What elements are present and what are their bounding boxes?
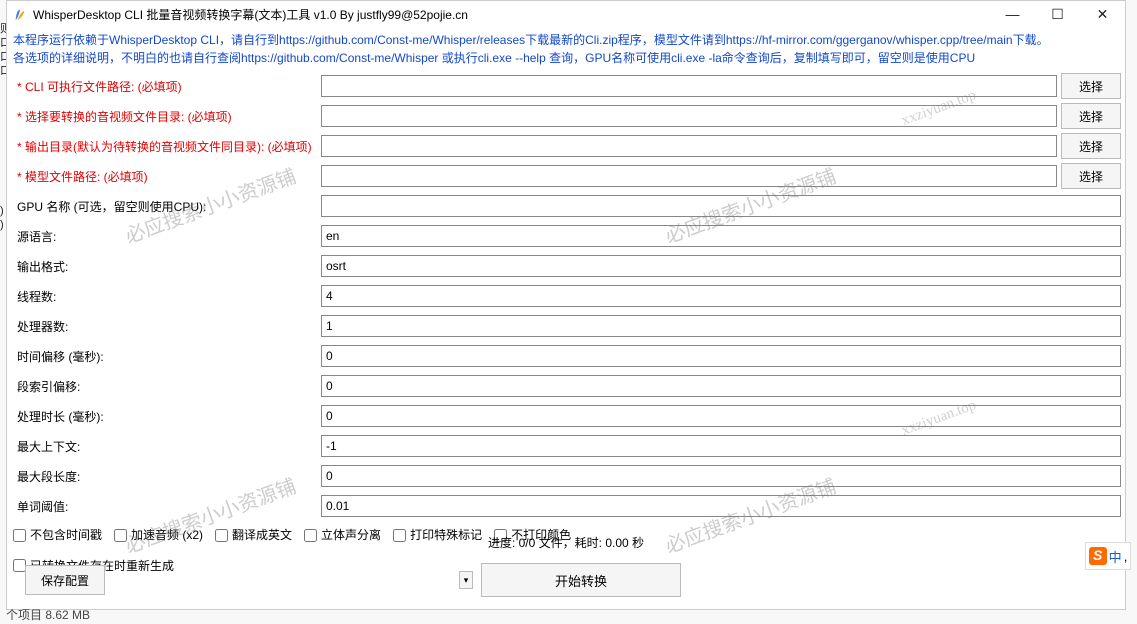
field-label: * 输出目录(默认为待转换的音视频文件同目录): (必填项) <box>11 138 321 155</box>
field-input[interactable] <box>321 285 1121 307</box>
app-icon <box>13 8 27 22</box>
ime-indicator[interactable]: S 中 , <box>1085 542 1131 570</box>
close-button[interactable]: ✕ <box>1080 1 1125 29</box>
form-row: 时间偏移 (毫秒): <box>11 341 1121 371</box>
field-label: 单词阈值: <box>11 498 321 515</box>
field-label: 最大上下文: <box>11 438 321 455</box>
field-input[interactable] <box>321 405 1121 427</box>
field-input[interactable] <box>321 75 1057 97</box>
browse-button[interactable]: 选择 <box>1061 163 1121 189</box>
status-bar: 个项目 8.62 MB <box>6 606 90 624</box>
field-label: GPU 名称 (可选，留空则使用CPU): <box>11 198 321 215</box>
form-row: 最大段长度: <box>11 461 1121 491</box>
field-label: * 模型文件路径: (必填项) <box>11 168 321 185</box>
browse-button[interactable]: 选择 <box>1061 73 1121 99</box>
form-row: 线程数: <box>11 281 1121 311</box>
footer: 进度: 0/0 文件，耗时: 0.00 秒 保存配置 ▾ 开始转换 <box>17 534 1115 597</box>
field-label: 处理器数: <box>11 318 321 335</box>
footer-buttons: 保存配置 ▾ 开始转换 <box>17 563 1115 597</box>
browse-button[interactable]: 选择 <box>1061 103 1121 129</box>
field-input[interactable] <box>321 135 1057 157</box>
main-window: WhisperDesktop CLI 批量音视频转换字幕(文本)工具 v1.0 … <box>6 0 1126 610</box>
form-content: * CLI 可执行文件路径: (必填项)选择* 选择要转换的音视频文件目录: (… <box>7 71 1125 521</box>
maximize-button[interactable]: ☐ <box>1035 1 1080 29</box>
form-row: * 输出目录(默认为待转换的音视频文件同目录): (必填项) 选择 <box>11 131 1121 161</box>
info-line-1: 本程序运行依赖于WhisperDesktop CLI，请自行到https://g… <box>13 31 1119 49</box>
field-label: 线程数: <box>11 288 321 305</box>
form-row: 单词阈值: <box>11 491 1121 521</box>
form-row: 输出格式: <box>11 251 1121 281</box>
dropdown-chevron-icon[interactable]: ▾ <box>459 571 473 589</box>
minimize-button[interactable]: — <box>990 1 1035 29</box>
progress-text: 进度: 0/0 文件，耗时: 0.00 秒 <box>17 534 1115 551</box>
field-input[interactable] <box>321 465 1121 487</box>
field-label: 处理时长 (毫秒): <box>11 408 321 425</box>
form-row: 处理器数: <box>11 311 1121 341</box>
field-input[interactable] <box>321 195 1121 217</box>
form-row: * 选择要转换的音视频文件目录: (必填项) 选择 <box>11 101 1121 131</box>
window-controls: — ☐ ✕ <box>990 1 1125 29</box>
form-row: * 模型文件路径: (必填项) 选择 <box>11 161 1121 191</box>
field-input[interactable] <box>321 165 1057 187</box>
info-panel: 本程序运行依赖于WhisperDesktop CLI，请自行到https://g… <box>7 29 1125 71</box>
form-row: 最大上下文: <box>11 431 1121 461</box>
start-convert-button[interactable]: 开始转换 <box>481 563 681 597</box>
form-row: 源语言: <box>11 221 1121 251</box>
field-input[interactable] <box>321 255 1121 277</box>
field-input[interactable] <box>321 435 1121 457</box>
sogou-icon: S <box>1089 547 1107 565</box>
save-config-button[interactable]: 保存配置 <box>25 565 105 595</box>
ime-lang: 中 <box>1109 547 1122 566</box>
browse-button[interactable]: 选择 <box>1061 133 1121 159</box>
field-input[interactable] <box>321 495 1121 517</box>
window-title: WhisperDesktop CLI 批量音视频转换字幕(文本)工具 v1.0 … <box>33 1 990 29</box>
form-row: 处理时长 (毫秒): <box>11 401 1121 431</box>
field-label: 最大段长度: <box>11 468 321 485</box>
field-label: * CLI 可执行文件路径: (必填项) <box>11 78 321 95</box>
ime-comma: , <box>1124 549 1128 564</box>
info-line-2: 各选项的详细说明，不明白的也请自行查阅https://github.com/Co… <box>13 49 1119 67</box>
field-input[interactable] <box>321 375 1121 397</box>
titlebar: WhisperDesktop CLI 批量音视频转换字幕(文本)工具 v1.0 … <box>7 1 1125 29</box>
form-row: GPU 名称 (可选，留空则使用CPU): <box>11 191 1121 221</box>
field-label: * 选择要转换的音视频文件目录: (必填项) <box>11 108 321 125</box>
form-row: * CLI 可执行文件路径: (必填项) 选择 <box>11 71 1121 101</box>
field-input[interactable] <box>321 225 1121 247</box>
field-input[interactable] <box>321 345 1121 367</box>
field-input[interactable] <box>321 105 1057 127</box>
field-label: 源语言: <box>11 228 321 245</box>
field-label: 时间偏移 (毫秒): <box>11 348 321 365</box>
field-label: 输出格式: <box>11 258 321 275</box>
field-label: 段索引偏移: <box>11 378 321 395</box>
field-input[interactable] <box>321 315 1121 337</box>
form-row: 段索引偏移: <box>11 371 1121 401</box>
